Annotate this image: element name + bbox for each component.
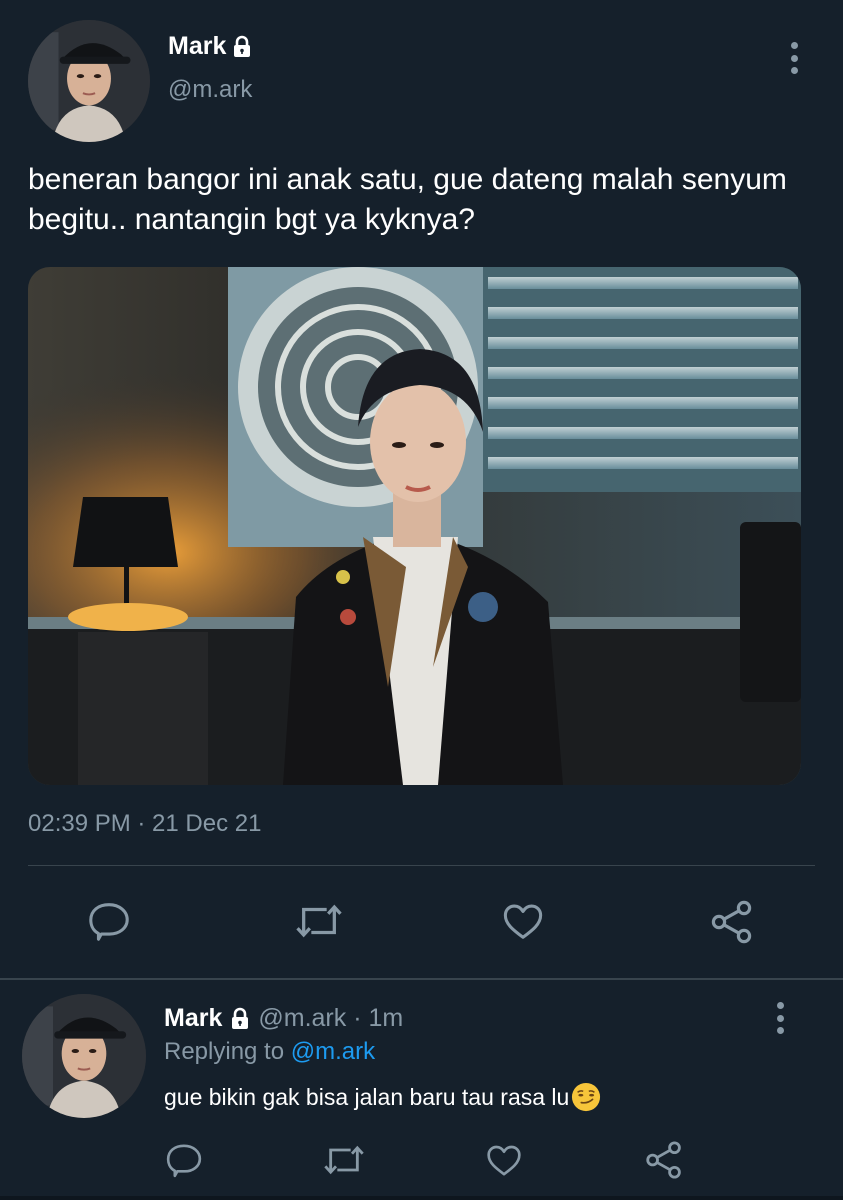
- divider: [28, 865, 815, 866]
- lock-icon: [234, 35, 251, 57]
- replying-to-label: Replying to: [164, 1038, 285, 1065]
- replying-to-link[interactable]: @m.ark: [291, 1038, 375, 1065]
- like-icon: [503, 904, 543, 939]
- more-options-icon[interactable]: [770, 1000, 790, 1036]
- like-button[interactable]: [480, 1136, 528, 1184]
- replying-to: Replying to @m.ark: [164, 1038, 375, 1066]
- tweet-photo[interactable]: [28, 267, 801, 785]
- share-button[interactable]: [640, 1136, 688, 1184]
- author-name[interactable]: Mark: [168, 32, 254, 61]
- divider: [0, 1196, 843, 1200]
- avatar-photo: [22, 994, 146, 1118]
- retweet-icon: [296, 904, 342, 938]
- divider: [0, 978, 843, 980]
- avatar-photo: [28, 20, 150, 142]
- retweet-button[interactable]: [294, 898, 344, 944]
- reply-button[interactable]: [160, 1136, 208, 1184]
- share-icon: [711, 900, 752, 944]
- reply-text-body: gue bikin gak bisa jalan baru tau rasa l…: [164, 1083, 570, 1110]
- share-button[interactable]: [708, 898, 756, 946]
- reply-icon: [166, 1144, 202, 1178]
- reply-header: Mark @m.ark · 1m: [164, 1004, 403, 1033]
- tweet-photo-image: [28, 267, 801, 785]
- reply-handle-and-time[interactable]: @m.ark · 1m: [258, 1004, 403, 1033]
- tweet-text: beneran bangor ini anak satu, gue dateng…: [28, 163, 787, 236]
- tweet-timestamp[interactable]: 02:39 PM · 21 Dec 21: [28, 810, 261, 838]
- like-icon: [487, 1145, 521, 1176]
- author-handle[interactable]: @m.ark: [168, 76, 252, 104]
- reply-author-name[interactable]: Mark: [164, 1004, 222, 1033]
- smirking-face-emoji: [572, 1082, 601, 1112]
- reply-button[interactable]: [86, 898, 132, 944]
- share-icon: [646, 1141, 681, 1179]
- reply-text: gue bikin gak bisa jalan baru tau rasa l…: [164, 1082, 601, 1112]
- more-options-icon[interactable]: [784, 40, 804, 76]
- retweet-icon: [324, 1145, 364, 1175]
- like-button[interactable]: [500, 898, 546, 944]
- author-name-text: Mark: [168, 32, 227, 60]
- reply-icon: [89, 903, 129, 941]
- author-avatar[interactable]: [28, 20, 150, 142]
- retweet-button[interactable]: [320, 1136, 368, 1184]
- reply-author-avatar[interactable]: [22, 994, 146, 1118]
- lock-icon: [232, 1007, 249, 1029]
